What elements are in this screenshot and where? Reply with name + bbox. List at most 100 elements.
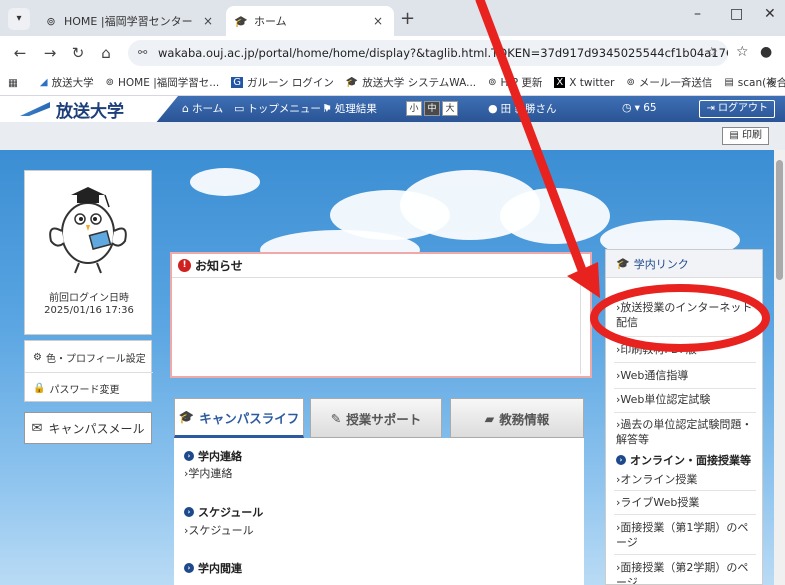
divider bbox=[25, 372, 153, 373]
envelope-icon: ✉ bbox=[31, 420, 43, 436]
globe-icon: ⊚ bbox=[46, 14, 56, 28]
apps-icon[interactable]: ▦ bbox=[8, 77, 18, 89]
favorites-icon[interactable]: ☆ bbox=[736, 44, 749, 60]
browser-tabstrip: ▾ ⊚ HOME |福岡学習センター × 🎓 ホーム × + – □ ✕ bbox=[0, 0, 785, 36]
printer-icon: ▤ bbox=[729, 130, 742, 141]
bookmarks-overflow-button[interactable]: » bbox=[768, 75, 775, 89]
tab-academic-info[interactable]: ▰ 教務情報 bbox=[450, 398, 584, 438]
bookmark-item[interactable]: ◢ 放送大学 bbox=[40, 75, 94, 90]
section-link[interactable]: ›学内連絡 bbox=[184, 465, 232, 481]
minimize-button[interactable]: – bbox=[694, 6, 701, 22]
bookmark-item[interactable]: ⊚ H P 更新 bbox=[488, 75, 542, 90]
bookmark-item[interactable]: ▤scan(複合機) bbox=[724, 75, 785, 90]
maximize-button[interactable]: □ bbox=[730, 6, 743, 22]
book-icon: ▰ bbox=[484, 410, 495, 426]
tab-class-support[interactable]: ✎ 授業サポート bbox=[310, 398, 442, 438]
clock-icon: ◷ bbox=[622, 101, 632, 114]
tab-search-button[interactable]: ▾ bbox=[8, 8, 30, 30]
divider bbox=[614, 362, 756, 363]
close-window-button[interactable]: ✕ bbox=[764, 6, 776, 22]
print-label: 印刷 bbox=[742, 130, 762, 141]
address-bar[interactable]: ⚯ wakaba.ouj.ac.jp/portal/home/home/disp… bbox=[128, 40, 728, 66]
bookmark-item[interactable]: ⊚ メール一斉送信 bbox=[626, 75, 712, 90]
campus-mail-button[interactable]: ✉ キャンパスメール bbox=[24, 412, 152, 444]
link-face-class-term2[interactable]: ›面接授業（第2学期）のページ bbox=[616, 560, 756, 584]
logout-button[interactable]: ⇥ ログアウト bbox=[699, 100, 775, 118]
color-profile-link[interactable]: ⚙ 色・プロフィール設定 bbox=[33, 350, 146, 365]
links-title: 学内リンク bbox=[633, 257, 689, 271]
user-name: ● 田 義勝さん bbox=[488, 101, 556, 116]
nav-home[interactable]: ⌂ ホーム bbox=[182, 101, 223, 116]
link-pdf-materials[interactable]: ›印刷教材PDF版 bbox=[616, 342, 756, 357]
mascot-bird-icon bbox=[49, 187, 127, 274]
bookmark-item[interactable]: 🎓 放送大学 システムWA... bbox=[346, 75, 476, 90]
back-icon[interactable]: ← bbox=[10, 44, 30, 62]
divider bbox=[614, 336, 756, 337]
page-scrollbar[interactable] bbox=[774, 150, 785, 585]
browser-tab-2-active[interactable]: 🎓 ホーム × bbox=[226, 6, 394, 36]
last-login-label: 前回ログイン日時 bbox=[49, 293, 129, 304]
site-logo[interactable]: 放送大学 bbox=[0, 96, 178, 122]
bullet-icon: › bbox=[184, 451, 194, 461]
divider bbox=[614, 514, 756, 515]
link-online-class[interactable]: ›オンライン授業 bbox=[616, 472, 756, 487]
notice-scrollbar[interactable] bbox=[580, 278, 588, 374]
garoon-icon: G bbox=[231, 77, 244, 88]
password-change-link[interactable]: 🔒 パスワード変更 bbox=[33, 381, 119, 396]
bullet-icon: › bbox=[184, 563, 194, 573]
section-title-text: オンライン・面接授業等 bbox=[630, 454, 751, 467]
logout-icon: ⇥ bbox=[706, 103, 718, 114]
pencil-icon: ✎ bbox=[330, 410, 342, 426]
reload-icon[interactable]: ↻ bbox=[68, 44, 88, 62]
mail-label: キャンパスメール bbox=[48, 421, 145, 436]
main-tabs: 🎓 キャンパスライフ ✎ 授業サポート ▰ 教務情報 bbox=[174, 398, 590, 438]
close-tab-icon[interactable]: × bbox=[200, 14, 216, 28]
close-tab-icon[interactable]: × bbox=[370, 14, 386, 28]
bookmark-item[interactable]: G ガルーン ログイン bbox=[231, 75, 334, 90]
link-past-exams[interactable]: ›過去の単位認定試験問題・解答等 bbox=[616, 417, 756, 447]
bookmark-star-icon[interactable]: ☆ bbox=[705, 40, 718, 66]
bullet-icon: › bbox=[184, 507, 194, 517]
section-title: › オンライン・面接授業等 bbox=[616, 452, 756, 468]
scrollbar-thumb[interactable] bbox=[776, 160, 783, 280]
link-internet-broadcast[interactable]: ›放送授業のインターネット配信 bbox=[616, 300, 756, 330]
new-tab-button[interactable]: + bbox=[400, 8, 415, 29]
tab-campus-life[interactable]: 🎓 キャンパスライフ bbox=[174, 398, 304, 438]
print-strip: ▤ 印刷 bbox=[0, 122, 785, 150]
site-header: 放送大学 ⌂ ホーム ▭ トップメニュー ▾ ⚑ 処理結果 小 中 大 ● 田 義勝さん… bbox=[0, 96, 785, 122]
font-size-switcher: 小 中 大 bbox=[406, 101, 460, 116]
nav-label: トップメニュー ▾ bbox=[247, 103, 330, 115]
profile-icon[interactable]: ● bbox=[760, 44, 772, 60]
cloud bbox=[190, 168, 260, 196]
font-size-small-button[interactable]: 小 bbox=[406, 101, 422, 116]
results-icon: ⚑ bbox=[322, 102, 332, 115]
link-web-exam[interactable]: ›Web単位認定試験 bbox=[616, 392, 756, 407]
bookmark-item[interactable]: ⊚ HOME |福岡学習セ... bbox=[106, 75, 220, 90]
nav-top-menu[interactable]: ▭ トップメニュー ▾ bbox=[234, 101, 330, 116]
tab-content: › 学内連絡 ›学内連絡 › スケジュール ›スケジュール › 学内閲連 bbox=[174, 438, 584, 585]
site-info-icon[interactable]: ⚯ bbox=[138, 40, 147, 66]
divider bbox=[614, 388, 756, 389]
print-button[interactable]: ▤ 印刷 bbox=[722, 127, 769, 145]
link-live-web-class[interactable]: ›ライブWeb授業 bbox=[616, 495, 756, 510]
browser-tab-1[interactable]: ⊚ HOME |福岡学習センター × bbox=[36, 6, 224, 36]
home-icon[interactable]: ⌂ bbox=[96, 44, 116, 62]
link-face-class-term1[interactable]: ›面接授業（第1学期）のページ bbox=[616, 520, 756, 550]
bookmark-label: scan(複合機) bbox=[737, 77, 785, 89]
profile-card: 前回ログイン日時 2025/01/16 17:36 bbox=[24, 170, 152, 335]
section-title: › スケジュール bbox=[184, 504, 263, 520]
notice-title: お知らせ bbox=[195, 259, 243, 273]
bookmark-label: 放送大学 システムWA... bbox=[362, 77, 477, 89]
section-link[interactable]: ›スケジュール bbox=[184, 522, 254, 538]
font-size-large-button[interactable]: 大 bbox=[442, 101, 458, 116]
font-size-medium-button[interactable]: 中 bbox=[424, 101, 440, 116]
nav-results[interactable]: ⚑ 処理結果 bbox=[322, 101, 377, 116]
bookmark-item[interactable]: XX twitter bbox=[554, 77, 614, 89]
logo-wing-icon bbox=[20, 102, 50, 116]
forward-icon[interactable]: → bbox=[40, 44, 60, 62]
mortarboard-icon: 🎓 bbox=[616, 257, 630, 270]
globe-icon: ⊚ bbox=[488, 77, 497, 88]
tab-label: 教務情報 bbox=[499, 411, 550, 427]
section-title-text: スケジュール bbox=[198, 506, 264, 519]
link-web-guidance[interactable]: ›Web通信指導 bbox=[616, 368, 756, 383]
